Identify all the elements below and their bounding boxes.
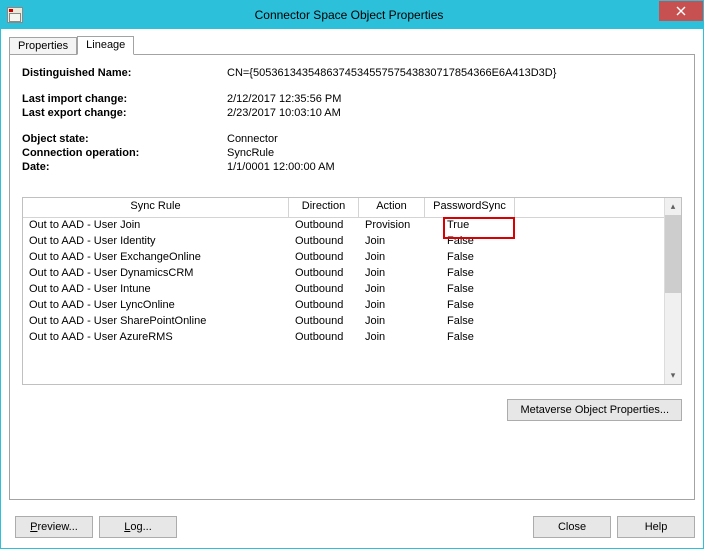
cell-rule: Out to AAD - User AzureRMS — [23, 330, 289, 346]
object-state-value: Connector — [227, 133, 682, 145]
col-filler — [515, 198, 664, 218]
date-label: Date: — [22, 161, 227, 173]
app-icon — [7, 7, 23, 23]
table-row[interactable]: Out to AAD - User AzureRMSOutboundJoinFa… — [23, 330, 664, 346]
cell-passwordsync: False — [425, 298, 515, 314]
cell-direction: Outbound — [289, 218, 359, 234]
dialog-window: Connector Space Object Properties Proper… — [0, 0, 704, 549]
cell-direction: Outbound — [289, 250, 359, 266]
metaverse-props-button[interactable]: Metaverse Object Properties... — [507, 399, 682, 421]
cell-action: Join — [359, 330, 425, 346]
cell-passwordsync: False — [425, 314, 515, 330]
close-button[interactable]: Close — [533, 516, 611, 538]
table-row[interactable]: Out to AAD - User IdentityOutboundJoinFa… — [23, 234, 664, 250]
last-export-value: 2/23/2017 10:03:10 AM — [227, 107, 682, 119]
log-button[interactable]: Log... — [99, 516, 177, 538]
tab-lineage[interactable]: Lineage — [77, 36, 134, 55]
cell-passwordsync: False — [425, 330, 515, 346]
date-value: 1/1/0001 12:00:00 AM — [227, 161, 682, 173]
scroll-down-icon[interactable]: ▾ — [665, 367, 681, 384]
last-import-label: Last import change: — [22, 93, 227, 105]
cell-action: Join — [359, 266, 425, 282]
cell-passwordsync: False — [425, 250, 515, 266]
table-header: Sync Rule Direction Action PasswordSync — [23, 198, 664, 218]
table-row[interactable]: Out to AAD - User JoinOutboundProvision T… — [23, 218, 664, 234]
table-row[interactable]: Out to AAD - User SharePointOnlineOutbou… — [23, 314, 664, 330]
cell-passwordsync: False — [425, 266, 515, 282]
cell-passwordsync: False — [425, 234, 515, 250]
cell-passwordsync: False — [425, 282, 515, 298]
cell-direction: Outbound — [289, 282, 359, 298]
tab-properties[interactable]: Properties — [9, 37, 77, 54]
preview-button[interactable]: Preview... — [15, 516, 93, 538]
col-direction[interactable]: Direction — [289, 198, 359, 218]
cell-direction: Outbound — [289, 314, 359, 330]
dn-label: Distinguished Name: — [22, 67, 227, 79]
conn-op-value: SyncRule — [227, 147, 682, 159]
preview-label: Preview... — [30, 521, 78, 533]
tab-strip: Properties Lineage — [9, 35, 695, 55]
cell-action: Join — [359, 314, 425, 330]
dialog-footer: Preview... Log... Close Help — [1, 508, 703, 548]
table-body: Out to AAD - User JoinOutboundProvisionT… — [23, 218, 664, 346]
table-row[interactable]: Out to AAD - User IntuneOutboundJoinFals… — [23, 282, 664, 298]
col-action[interactable]: Action — [359, 198, 425, 218]
cell-rule: Out to AAD - User Intune — [23, 282, 289, 298]
help-button[interactable]: Help — [617, 516, 695, 538]
log-label: Log... — [124, 521, 152, 533]
scroll-thumb[interactable] — [665, 215, 681, 293]
scroll-up-icon[interactable]: ▴ — [665, 198, 681, 215]
sync-rule-table: Sync Rule Direction Action PasswordSync … — [22, 197, 682, 385]
cell-rule: Out to AAD - User LyncOnline — [23, 298, 289, 314]
col-sync-rule[interactable]: Sync Rule — [23, 198, 289, 218]
cell-direction: Outbound — [289, 266, 359, 282]
cell-direction: Outbound — [289, 298, 359, 314]
cell-rule: Out to AAD - User SharePointOnline — [23, 314, 289, 330]
object-state-label: Object state: — [22, 133, 227, 145]
scrollbar[interactable]: ▴ ▾ — [664, 198, 681, 384]
conn-op-label: Connection operation: — [22, 147, 227, 159]
tab-lineage-body: Distinguished Name: CN={5053613435486374… — [9, 55, 695, 500]
last-import-value: 2/12/2017 12:35:56 PM — [227, 93, 682, 105]
window-title: Connector Space Object Properties — [23, 8, 703, 22]
scroll-track[interactable] — [665, 293, 681, 367]
cell-rule: Out to AAD - User Join — [23, 218, 289, 234]
cell-action: Join — [359, 250, 425, 266]
cell-direction: Outbound — [289, 234, 359, 250]
cell-passwordsync: True — [425, 218, 515, 234]
cell-rule: Out to AAD - User ExchangeOnline — [23, 250, 289, 266]
close-icon[interactable] — [659, 1, 703, 21]
cell-rule: Out to AAD - User DynamicsCRM — [23, 266, 289, 282]
cell-rule: Out to AAD - User Identity — [23, 234, 289, 250]
cell-direction: Outbound — [289, 330, 359, 346]
cell-action: Join — [359, 234, 425, 250]
highlight-annotation: True — [447, 219, 469, 231]
cell-action: Provision — [359, 218, 425, 234]
last-export-label: Last export change: — [22, 107, 227, 119]
table-row[interactable]: Out to AAD - User LyncOnlineOutboundJoin… — [23, 298, 664, 314]
table-row[interactable]: Out to AAD - User DynamicsCRMOutboundJoi… — [23, 266, 664, 282]
content-area: Properties Lineage Distinguished Name: C… — [1, 29, 703, 508]
cell-action: Join — [359, 298, 425, 314]
titlebar[interactable]: Connector Space Object Properties — [1, 1, 703, 29]
table-row[interactable]: Out to AAD - User ExchangeOnlineOutbound… — [23, 250, 664, 266]
dn-value: CN={505361343548637453455757543830717854… — [227, 67, 682, 79]
col-passwordsync[interactable]: PasswordSync — [425, 198, 515, 218]
cell-action: Join — [359, 282, 425, 298]
property-grid: Distinguished Name: CN={5053613435486374… — [22, 67, 682, 173]
